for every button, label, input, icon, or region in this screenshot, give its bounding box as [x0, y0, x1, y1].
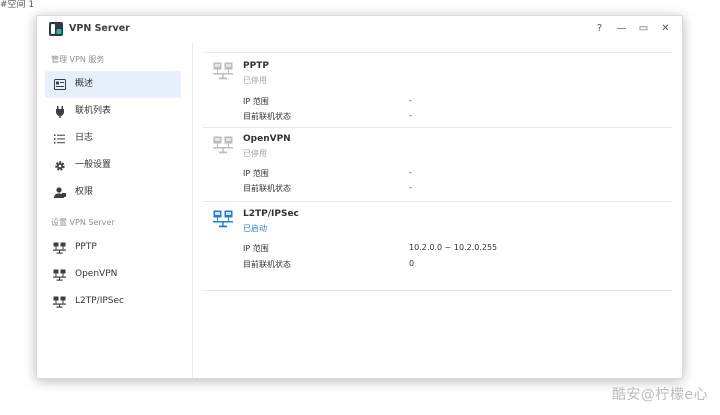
connection-status-value: - — [409, 111, 412, 120]
sidebar-item-label: 概述 — [75, 79, 94, 89]
setup-section-header: 设置 VPN Server — [51, 218, 115, 227]
server-block-openvpn: OpenVPN 已停用 IP 范围 - 目前联机状态 - — [203, 127, 672, 202]
server-name: OpenVPN — [243, 134, 291, 144]
window-title: VPN Server — [69, 23, 130, 34]
ip-range-label: IP 范围 — [243, 169, 269, 178]
plug-icon — [53, 105, 66, 118]
server-block-l2tp-ipsec: L2TP/IPSec 已启动 IP 范围 10.2.0.0 ~ 10.2.0.2… — [203, 202, 672, 291]
ip-range-value: 10.2.0.0 ~ 10.2.0.255 — [409, 243, 498, 252]
connection-status-label: 目前联机状态 — [243, 260, 291, 269]
sidebar: 管理 VPN 服务 概述 联机列表 日志 一般设置 权限 设置 VPN Serv… — [37, 43, 193, 378]
ip-range-label: IP 范围 — [243, 97, 269, 106]
sidebar-item-label: PPTP — [75, 242, 97, 252]
ip-range-label: IP 范围 — [243, 244, 269, 253]
sidebar-item-permissions[interactable]: 权限 — [45, 179, 181, 206]
user-icon — [53, 186, 66, 199]
sidebar-item-label: L2TP/IPSec — [75, 296, 124, 306]
close-button[interactable]: ✕ — [659, 22, 672, 35]
connection-status-value: 0 — [409, 259, 415, 268]
server-name: PPTP — [243, 61, 269, 71]
network-icon — [53, 295, 66, 308]
sidebar-item-label: 日志 — [75, 133, 94, 143]
connection-status-value: - — [409, 183, 412, 192]
title-bar[interactable]: VPN Server ? — ▭ ✕ — [37, 16, 682, 43]
connection-status-label: 目前联机状态 — [243, 184, 291, 193]
openvpn-server-icon — [213, 136, 233, 154]
sidebar-item-label: OpenVPN — [75, 269, 118, 279]
connection-status-label: 目前联机状态 — [243, 112, 291, 121]
ip-range-value: - — [409, 168, 412, 177]
ip-range-value: - — [409, 96, 412, 105]
l2tp-ipsec-server-icon — [213, 210, 233, 228]
help-button[interactable]: ? — [593, 22, 606, 35]
network-icon — [53, 241, 66, 254]
sidebar-item-connection-list[interactable]: 联机列表 — [45, 98, 181, 125]
vpn-server-window: VPN Server ? — ▭ ✕ 管理 VPN 服务 概述 联机列表 日志 … — [36, 15, 683, 379]
desktop-label: #空间 1 — [0, 0, 35, 10]
gear-icon — [53, 159, 66, 172]
sidebar-item-general-settings[interactable]: 一般设置 — [45, 152, 181, 179]
server-name: L2TP/IPSec — [243, 209, 299, 219]
server-status: 已停用 — [243, 149, 267, 158]
sidebar-item-label: 权限 — [75, 187, 94, 197]
vpn-server-app-icon — [49, 22, 63, 36]
server-block-pptp: PPTP 已停用 IP 范围 - 目前联机状态 - — [203, 52, 672, 128]
overview-icon — [53, 78, 66, 91]
sidebar-item-log[interactable]: 日志 — [45, 125, 181, 152]
pptp-server-icon — [213, 62, 233, 80]
maximize-button[interactable]: ▭ — [637, 22, 650, 35]
server-status: 已启动 — [243, 224, 267, 233]
sidebar-item-overview[interactable]: 概述 — [45, 71, 181, 98]
sidebar-item-label: 联机列表 — [75, 106, 112, 116]
overview-content: PPTP 已停用 IP 范围 - 目前联机状态 - OpenVPN 已停用 IP… — [193, 43, 682, 378]
sidebar-item-label: 一般设置 — [75, 160, 112, 170]
network-icon — [53, 268, 66, 281]
list-icon — [53, 132, 66, 145]
server-status: 已停用 — [243, 76, 267, 85]
manage-section-header: 管理 VPN 服务 — [51, 55, 105, 64]
watermark: 酷安@柠檬e心 — [611, 387, 708, 403]
sidebar-item-pptp[interactable]: PPTP — [45, 234, 181, 261]
minimize-button[interactable]: — — [615, 22, 628, 35]
sidebar-item-l2tp-ipsec[interactable]: L2TP/IPSec — [45, 288, 181, 315]
sidebar-item-openvpn[interactable]: OpenVPN — [45, 261, 181, 288]
